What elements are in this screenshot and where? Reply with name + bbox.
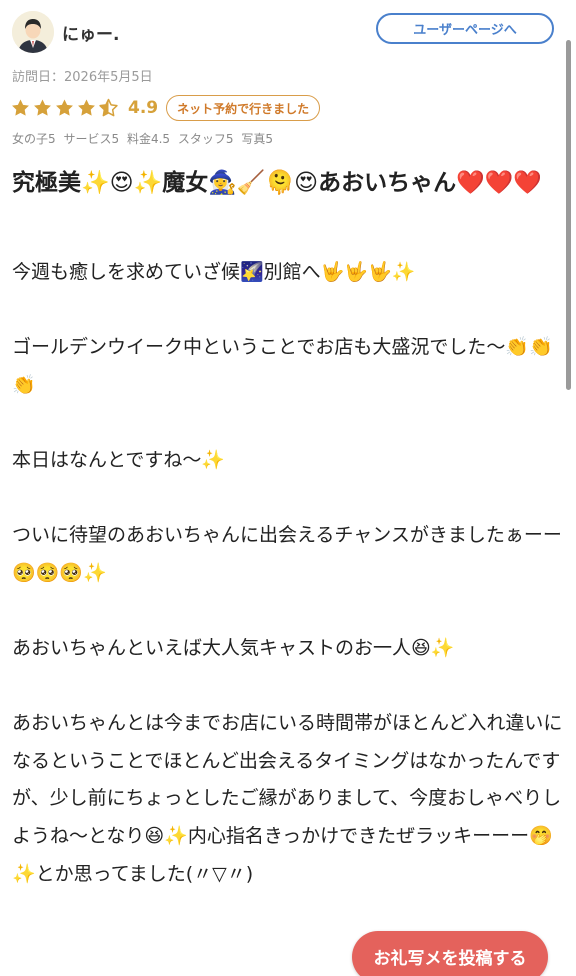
score-staff: スタッフ5	[177, 132, 234, 146]
review-title: 究極美✨😍✨魔女🧙‍♀️🧹🫠😍あおいちゃん❤️❤️❤️	[12, 170, 543, 196]
body-paragraph: ついに待望のあおいちゃんに出会えるチャンスがきましたぁーー🥺🥺🥺✨	[12, 524, 562, 584]
visit-date: 訪問日：2026年5月5日	[12, 70, 153, 85]
body-spacer	[12, 404, 564, 442]
body-paragraph: あおいちゃんとは今までお店にいる時間帯がほとんど入れ違いになるということでほとん…	[12, 712, 563, 885]
body-paragraph: 本日はなんとですね〜✨	[12, 448, 226, 471]
booking-badge: ネット予約で行きました	[166, 95, 321, 121]
body-spacer	[12, 668, 564, 706]
body-paragraph: 今週も癒しを求めていざ候🌠別館へ🤟🤟🤟✨	[12, 261, 416, 283]
body-paragraph: あおいちゃんといえば大人気キャストのお一人😆✨	[12, 636, 455, 659]
scrollbar[interactable]	[566, 40, 571, 390]
star-icon	[78, 99, 95, 116]
score-photo: 写真5	[241, 132, 273, 146]
star-icon	[56, 99, 73, 116]
body-spacer	[12, 292, 564, 330]
star-icon	[12, 99, 29, 116]
post-thanks-photo-button[interactable]: お礼写メを投稿する	[352, 931, 548, 976]
rating-value: 4.9	[128, 98, 159, 118]
review-page: にゅー. ユーザーページへ 訪問日：2026年5月5日 4.9 ネット予約で行き…	[0, 0, 576, 976]
half-star-icon	[99, 98, 118, 117]
score-service: サービス5	[63, 132, 120, 146]
body-paragraph: ゴールデンウイーク中ということでお店も大盛況でした〜👏👏👏	[12, 336, 553, 396]
avatar-icon	[12, 11, 54, 53]
star-rating	[10, 98, 120, 118]
review-header: にゅー. ユーザーページへ	[0, 0, 576, 60]
body-spacer	[12, 592, 564, 630]
username[interactable]: にゅー.	[62, 20, 119, 45]
review-body: 今週も癒しを求めていざ候🌠別館へ🤟🤟🤟✨ ゴールデンウイーク中ということでお店も…	[12, 254, 564, 893]
body-spacer	[12, 480, 564, 518]
rating-row: 4.9 ネット予約で行きました	[10, 94, 321, 122]
sub-scores: 女の子5 サービス5 料金4.5 スタッフ5 写真5	[12, 130, 277, 147]
score-girl: 女の子5	[12, 132, 56, 146]
user-page-button[interactable]: ユーザーページへ	[376, 13, 554, 44]
user-avatar[interactable]	[12, 11, 54, 53]
star-icon	[34, 99, 51, 116]
score-price: 料金4.5	[126, 132, 171, 146]
